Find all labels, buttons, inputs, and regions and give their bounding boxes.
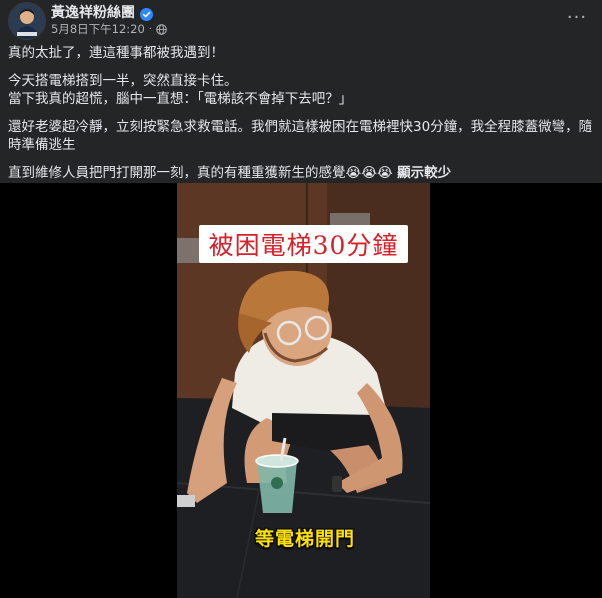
video-caption-top: 被困電梯30分鐘 [199,225,408,263]
post-paragraph: 今天搭電梯搭到一半，突然直接卡住。 [8,73,238,89]
meta-separator: · [148,23,152,35]
post-paragraph: 還好老婆超冷靜，立刻按緊急求救電話。我們就這樣被困在電梯裡快30分鐘，我全程膝蓋… [8,119,593,153]
video-caption-bottom: 等電梯開門 [254,527,355,550]
post-paragraph: 真的太扯了，連這種事都被我遇到！ [8,45,224,61]
page-name-link[interactable]: 黃逸祥粉絲團 [51,2,135,22]
video-frame[interactable]: 被困電梯30分鐘 等電梯開門 [177,183,430,598]
video-player[interactable]: 被困電梯30分鐘 等電梯開門 [0,183,602,598]
post-timestamp[interactable]: 5月8日下午12:20 [51,21,145,37]
verified-badge-icon [140,6,153,21]
see-less-link[interactable]: 顯示較少 [397,165,451,181]
post-paragraph-text: 直到維修人員把門打開那一刻，真的有種重獲新生的感覺😭😭😭 [8,165,393,181]
post-paragraph: 當下我真的超慌，腦中一直想：「電梯該不會掉下去吧？」 [8,91,353,107]
globe-icon[interactable] [156,23,167,35]
more-options-button[interactable]: ··· [564,4,590,30]
page-avatar[interactable] [8,2,46,40]
post-paragraph-last: 直到維修人員把門打開那一刻，真的有種重獲新生的感覺😭😭😭 顯示較少 [8,164,598,182]
post-text: 真的太扯了，連這種事都被我遇到！ 今天搭電梯搭到一半，突然直接卡住。 當下我真的… [8,44,598,192]
post-header: 黃逸祥粉絲團 5月8日下午12:20 · ··· [0,0,602,46]
